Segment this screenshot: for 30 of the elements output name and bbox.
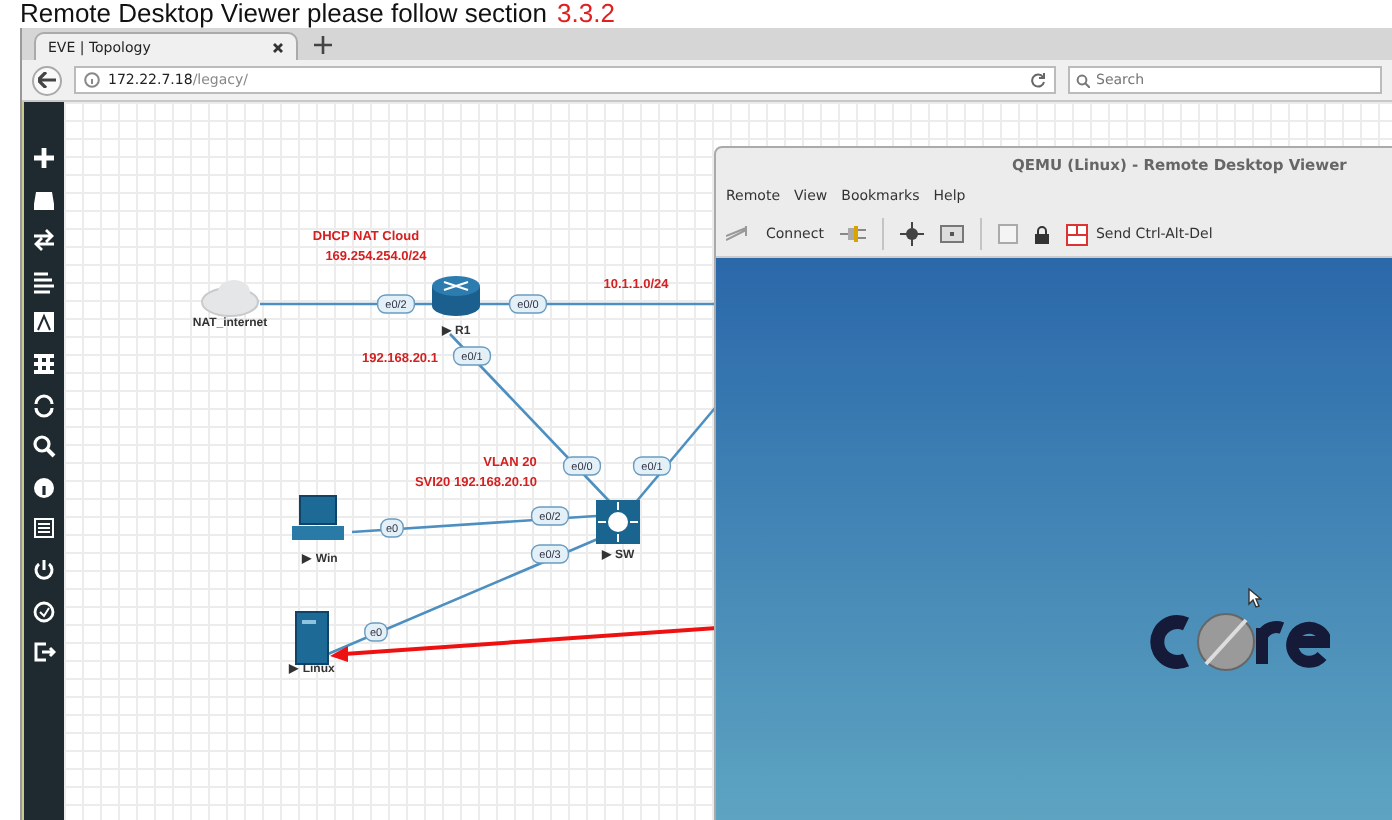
drive-icon[interactable] — [32, 187, 56, 212]
logout-icon[interactable] — [32, 640, 56, 665]
keyboard-keys-icon — [1065, 223, 1088, 245]
new-tab-icon[interactable] — [314, 36, 332, 54]
reload-icon[interactable] — [1030, 72, 1046, 88]
router-icon[interactable] — [432, 276, 480, 316]
move-icon[interactable] — [899, 222, 924, 246]
caption-text: Remote Desktop Viewer please follow section — [20, 0, 548, 28]
section-number: 3.3.2 — [557, 0, 615, 28]
lock-icon[interactable] — [1033, 225, 1050, 243]
plug-icon[interactable] — [839, 224, 866, 244]
letter-box-icon[interactable] — [32, 310, 56, 335]
search-icon[interactable] — [32, 434, 56, 459]
close-icon[interactable] — [272, 41, 284, 53]
screenshot-icon[interactable] — [939, 224, 964, 244]
refresh-icon[interactable] — [32, 393, 56, 418]
power-icon[interactable] — [32, 557, 56, 582]
add-icon[interactable] — [32, 146, 56, 170]
swap-arrows-icon[interactable] — [32, 228, 56, 253]
mouse-pointer-icon — [1248, 588, 1262, 608]
info-icon[interactable] — [32, 475, 56, 500]
back-button[interactable] — [32, 65, 62, 95]
bars-icon[interactable] — [32, 269, 56, 294]
grid-icon[interactable] — [32, 351, 56, 376]
computer-icon[interactable] — [292, 495, 344, 540]
check-circle-icon[interactable] — [32, 599, 56, 624]
back-arrow-icon — [38, 72, 56, 88]
server-icon[interactable] — [295, 611, 329, 665]
switch-icon[interactable] — [596, 500, 640, 544]
list-icon[interactable] — [32, 516, 56, 541]
